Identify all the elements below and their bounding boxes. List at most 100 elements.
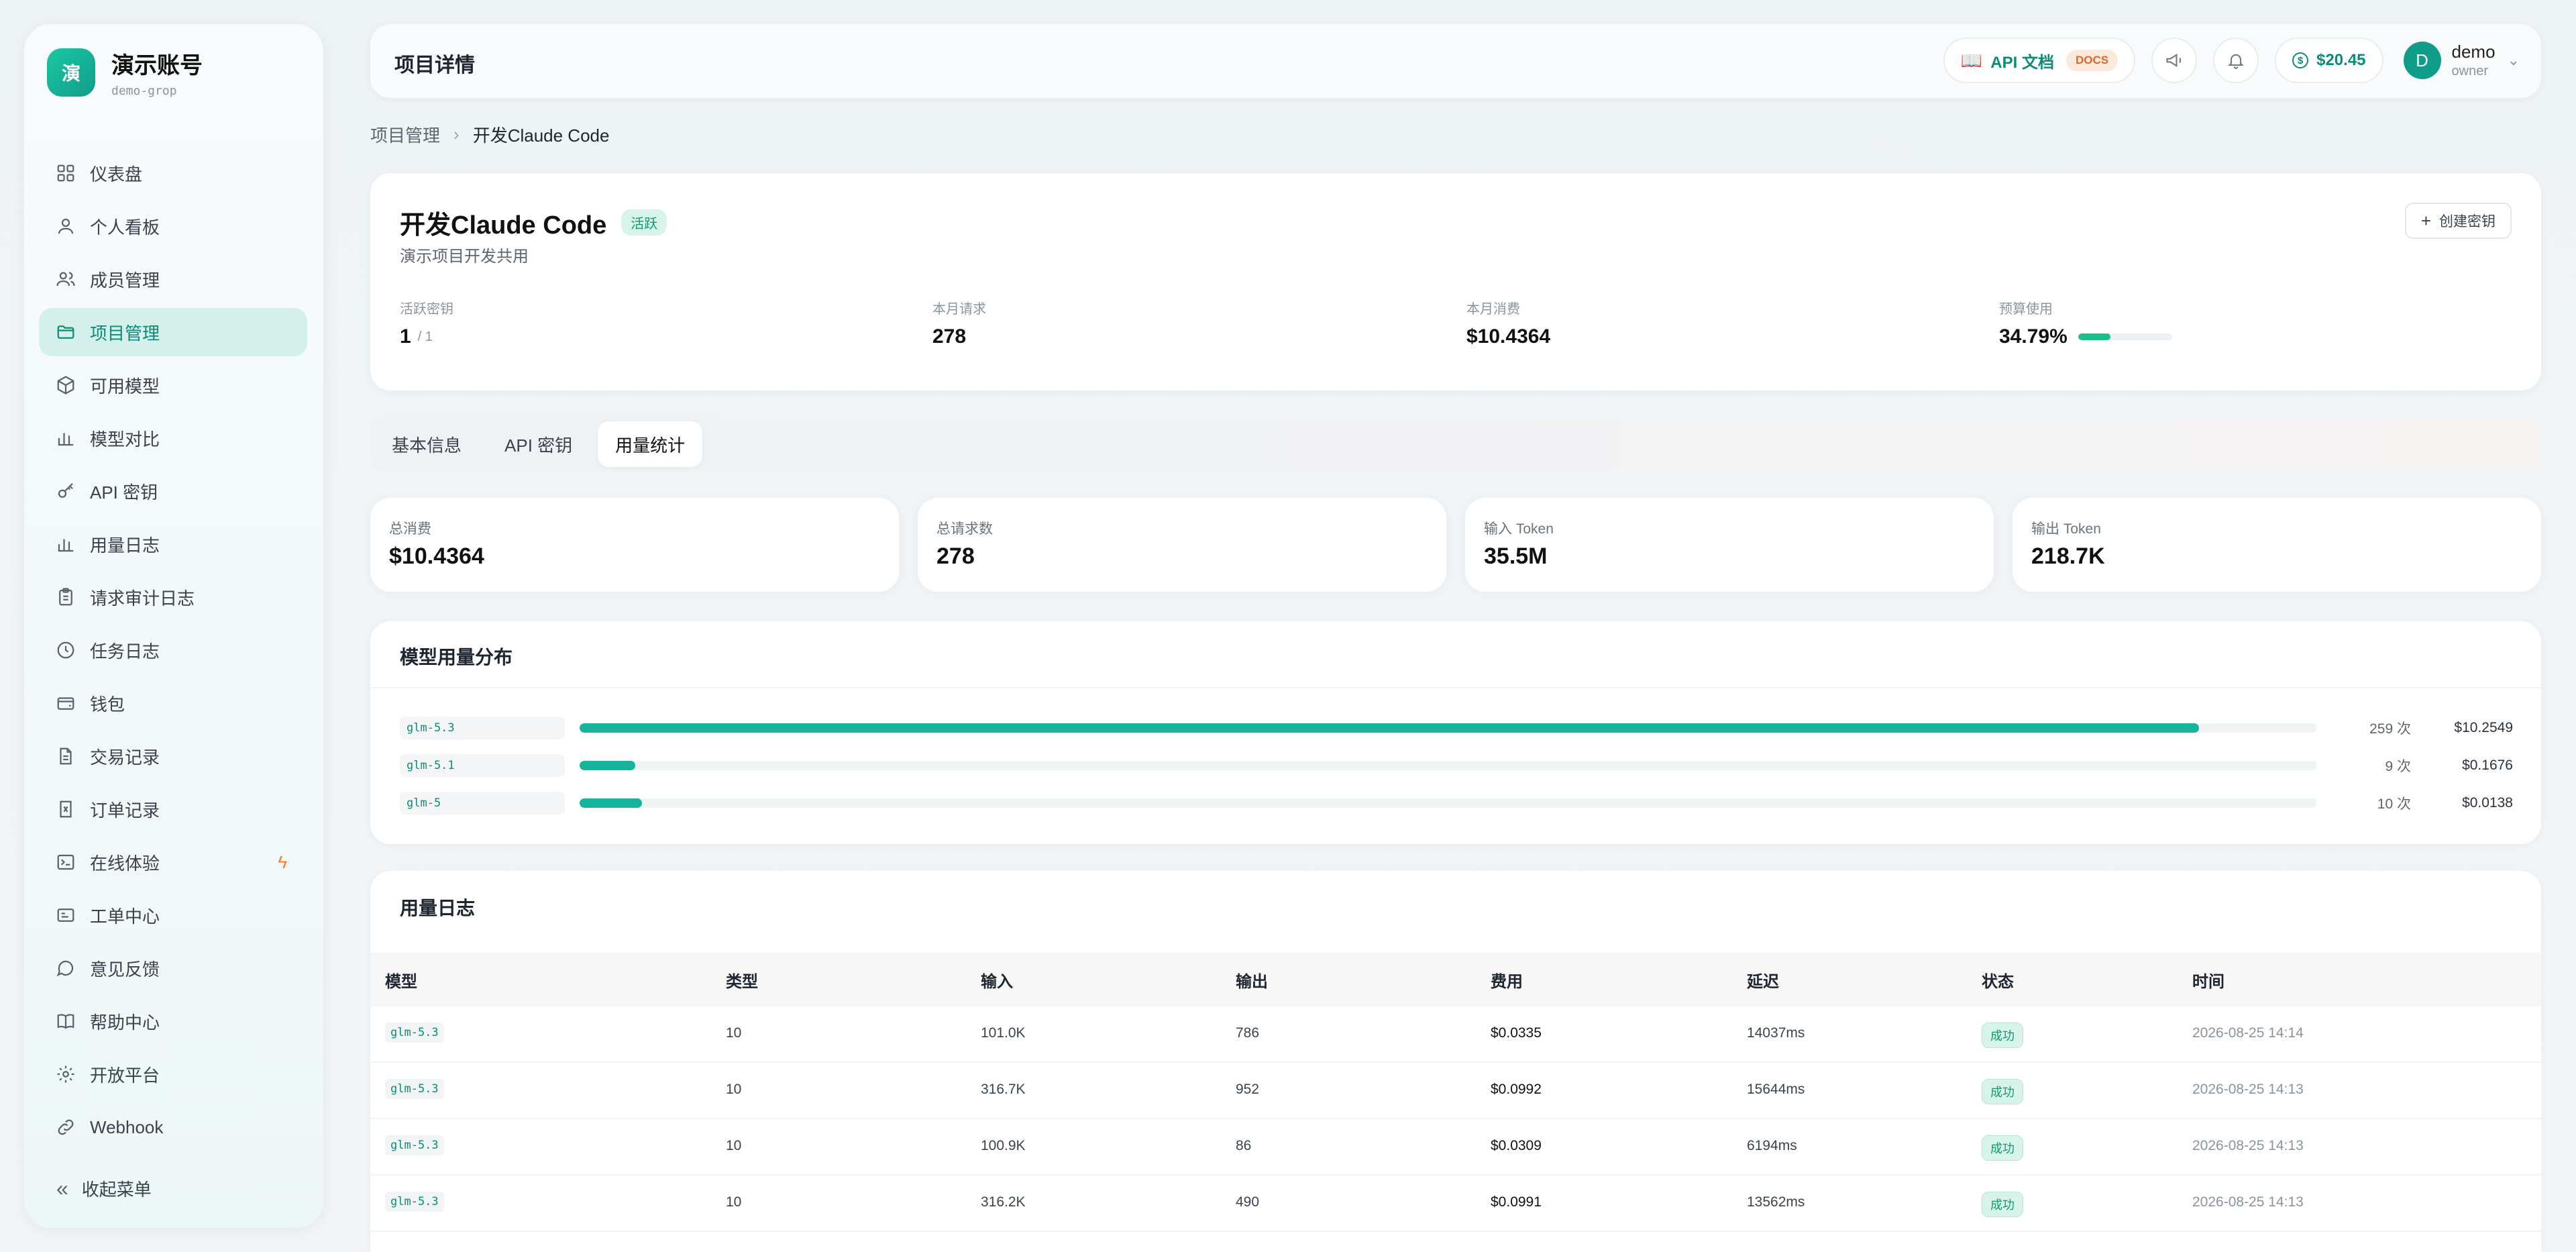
usage-bar-fill: [580, 761, 635, 770]
table-row[interactable]: glm-5.3 10 101.0K 786 $0.0335 14037ms 成功…: [370, 1006, 2541, 1063]
account-logo: 演: [47, 48, 95, 97]
sidebar-item-projects[interactable]: 项目管理: [39, 308, 307, 356]
collapse-menu-button[interactable]: « 收起菜单: [56, 1176, 152, 1201]
table-row[interactable]: glm-5.3 10 100.9K 86 $0.0309 6194ms 成功 2…: [370, 1119, 2541, 1176]
table-row[interactable]: glm-5.3 10 316.2K 490 $0.0991 13562ms 成功…: [370, 1176, 2541, 1232]
notification-button[interactable]: [2213, 38, 2259, 83]
cube-icon: [54, 373, 78, 397]
sidebar-item-api-keys[interactable]: API 密钥: [39, 467, 307, 515]
bar-chart-icon: [54, 532, 78, 556]
page-title: 项目详情: [394, 54, 475, 76]
sidebar-item-webhook[interactable]: Webhook: [39, 1103, 307, 1151]
sidebar-item-dashboard[interactable]: 仪表盘: [39, 149, 307, 197]
sidebar-item-task-logs[interactable]: 任务日志: [39, 626, 307, 674]
sidebar-item-label: 工单中心: [90, 906, 160, 927]
model-name: glm-5: [400, 792, 565, 815]
metric-value: 278: [936, 543, 975, 569]
create-key-label: 创建密钥: [2439, 214, 2496, 229]
user-menu[interactable]: D demo owner ⌄: [2403, 42, 2520, 79]
stat-month-cost: 本月消费 $10.4364: [1466, 298, 1550, 348]
sidebar-item-tickets[interactable]: 工单中心: [39, 891, 307, 939]
model-name: glm-5.3: [400, 717, 565, 739]
sidebar-item-audit-logs[interactable]: 请求审计日志: [39, 573, 307, 621]
table-row[interactable]: glm-5.3 10 316.7K 952 $0.0992 15644ms 成功…: [370, 1063, 2541, 1119]
project-name: 开发Claude Code: [400, 211, 607, 240]
user-icon: [54, 214, 78, 238]
sidebar-item-label: 交易记录: [90, 747, 160, 768]
lightning-icon: ϟ: [278, 851, 287, 872]
request-count: 259 次: [2369, 721, 2411, 737]
sidebar-item-personal-board[interactable]: 个人看板: [39, 202, 307, 250]
status-badge: 成功: [1982, 1079, 2023, 1104]
receipt-icon: [54, 797, 78, 821]
sidebar-item-usage-logs[interactable]: 用量日志: [39, 520, 307, 568]
sidebar-item-feedback[interactable]: 意见反馈: [39, 944, 307, 992]
sidebar-item-help[interactable]: 帮助中心: [39, 997, 307, 1045]
sidebar-item-members[interactable]: 成员管理: [39, 255, 307, 303]
column-header[interactable]: 时间: [2192, 968, 2224, 992]
usage-bar-track: [580, 723, 2317, 733]
usage-bar-fill: [580, 798, 643, 808]
metric-label: 输入 Token: [1484, 521, 1554, 537]
stat-value: $10.4364: [1466, 325, 1551, 348]
dollar-coin-icon: $: [2292, 52, 2309, 68]
stat-label: 预算使用: [1999, 302, 2053, 317]
balance-value: $20.45: [2316, 51, 2366, 69]
api-docs-label: API 文档: [1990, 53, 2054, 72]
tab-usage-stats[interactable]: 用量统计: [598, 421, 703, 467]
tab-basic-info[interactable]: 基本信息: [374, 421, 479, 467]
metric-card-total-cost: 总消费 $10.4364: [370, 498, 899, 592]
folder-icon: [54, 320, 78, 344]
chevron-down-icon: ⌄: [2507, 52, 2520, 68]
divider: [370, 687, 2541, 688]
account-header[interactable]: 演 演示账号 demo-grop: [47, 47, 203, 98]
project-tabs: 基本信息 API 密钥 用量统计: [370, 417, 2541, 471]
usage-bar-track: [580, 798, 2317, 808]
megaphone-icon: [2166, 53, 2182, 68]
create-key-button[interactable]: + 创建密钥: [2404, 203, 2512, 239]
sidebar-item-label: 开放平台: [90, 1065, 160, 1086]
sidebar-item-transactions[interactable]: 交易记录: [39, 732, 307, 780]
column-header[interactable]: 延迟: [1747, 968, 1779, 992]
column-header[interactable]: 输入: [981, 968, 1013, 992]
dashboard-icon: [54, 161, 78, 185]
breadcrumb-parent-link[interactable]: 项目管理: [370, 122, 440, 147]
column-header[interactable]: 费用: [1491, 968, 1523, 992]
table-header: 模型 类型 输入 输出 费用 延迟 状态 时间: [370, 953, 2541, 1006]
announcement-button[interactable]: [2151, 38, 2198, 83]
cell-cost: $0.0309: [1491, 1138, 1542, 1153]
message-icon: [54, 956, 78, 980]
sidebar-item-wallet[interactable]: 钱包: [39, 679, 307, 727]
account-name: 演示账号: [111, 53, 203, 79]
sidebar-item-label: 帮助中心: [90, 1012, 160, 1033]
ticket-icon: [54, 903, 78, 927]
sidebar-item-label: 用量日志: [90, 535, 160, 556]
cell-input: 101.0K: [981, 1025, 1026, 1041]
column-header[interactable]: 输出: [1236, 968, 1268, 992]
section-title: 用量日志: [400, 898, 476, 919]
cell-latency: 14037ms: [1747, 1025, 1805, 1041]
docs-badge: DOCS: [2065, 50, 2118, 71]
status-badge: 成功: [1982, 1192, 2023, 1217]
sidebar-item-label: 意见反馈: [90, 959, 160, 980]
sidebar-item-open-platform[interactable]: 开放平台: [39, 1050, 307, 1098]
sidebar-item-playground[interactable]: 在线体验 ϟ: [39, 838, 307, 886]
metric-card-total-requests: 总请求数 278: [918, 498, 1446, 592]
sidebar-item-orders[interactable]: 订单记录: [39, 785, 307, 833]
api-docs-button[interactable]: 📖 API 文档 DOCS: [1943, 38, 2136, 83]
cell-model: glm-5.3: [385, 1192, 444, 1212]
cell-time: 2026-08-25 14:14: [2192, 1025, 2304, 1041]
cell-time: 2026-08-25 14:13: [2192, 1138, 2304, 1153]
document-icon: [54, 744, 78, 768]
metric-value: 35.5M: [1484, 543, 1548, 569]
sidebar-item-models[interactable]: 可用模型: [39, 361, 307, 409]
column-header[interactable]: 类型: [726, 968, 758, 992]
stat-value: 278: [932, 325, 967, 348]
column-header[interactable]: 模型: [385, 968, 417, 992]
tab-api-keys[interactable]: API 密钥: [487, 421, 590, 467]
sidebar-item-model-compare[interactable]: 模型对比: [39, 414, 307, 462]
column-header[interactable]: 状态: [1982, 968, 2014, 992]
users-icon: [54, 267, 78, 291]
balance-button[interactable]: $ $20.45: [2275, 38, 2383, 83]
stat-label: 本月请求: [932, 302, 986, 317]
